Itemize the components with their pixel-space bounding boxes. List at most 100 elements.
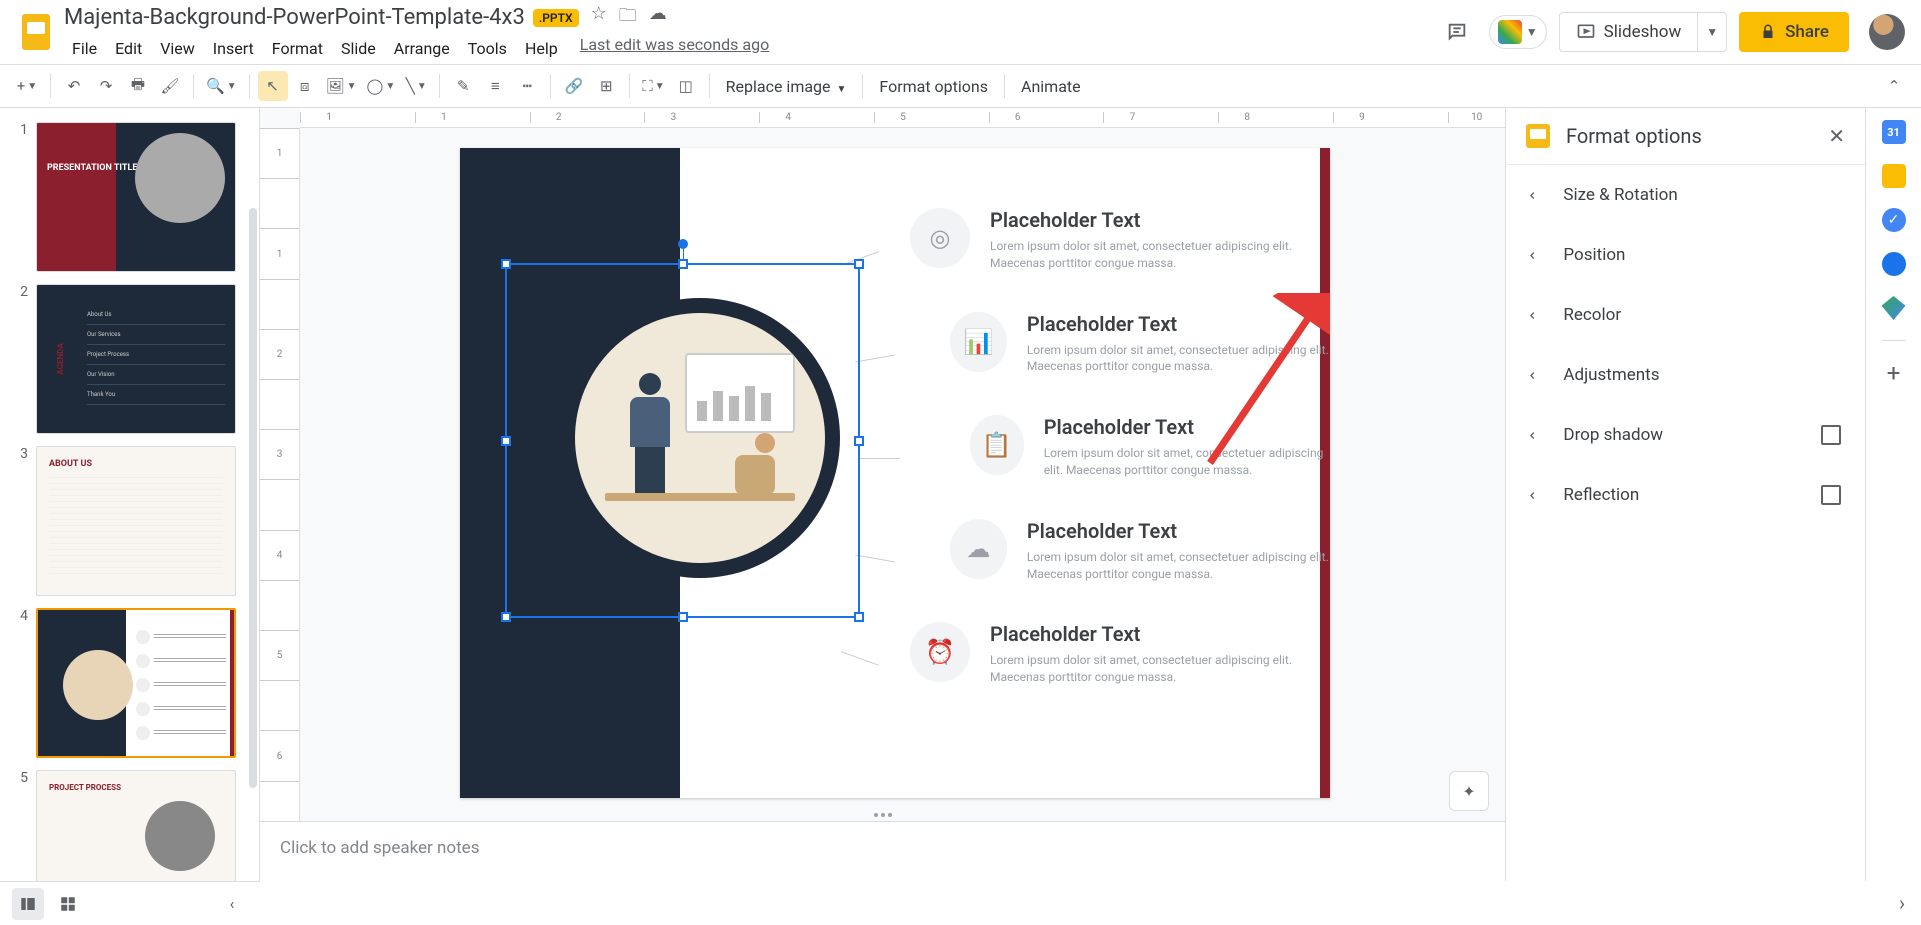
- star-icon[interactable]: ☆: [591, 3, 607, 33]
- explore-button[interactable]: ✦: [1449, 771, 1489, 811]
- comments-icon[interactable]: [1437, 12, 1477, 52]
- menu-tools[interactable]: Tools: [460, 35, 515, 62]
- new-slide-button[interactable]: + ▼: [12, 71, 42, 101]
- menu-edit[interactable]: Edit: [107, 35, 150, 62]
- checkbox[interactable]: [1821, 425, 1841, 445]
- slide-thumb-2[interactable]: AGENDA About Us Our Services Project Pro…: [36, 284, 236, 434]
- image-tool[interactable]: 🖼 ▼: [322, 71, 361, 101]
- chevron-right-icon: ⌃: [1527, 428, 1546, 441]
- toolbar: + ▼ ↶ ↷ 🖶 🖌 🔍 ▼ ↖ ⧈ 🖼 ▼ ◯ ▼ ╲ ▼ ✎ ≡ ┅ 🔗 …: [0, 64, 1921, 108]
- textbox-tool[interactable]: ⧈: [290, 71, 320, 101]
- slide-thumb-3[interactable]: ABOUT US: [36, 446, 236, 596]
- slide-number: 3: [12, 446, 28, 596]
- menu-view[interactable]: View: [152, 35, 203, 62]
- speaker-notes[interactable]: Click to add speaker notes: [260, 821, 1505, 881]
- border-dash-button[interactable]: ┅: [512, 71, 542, 101]
- slide-illustration[interactable]: [575, 313, 825, 563]
- collapse-filmstrip-icon[interactable]: ‹: [216, 888, 248, 920]
- slide-item[interactable]: 📋 Placeholder TextLorem ipsum dolor sit …: [970, 415, 1330, 479]
- paint-format-button[interactable]: 🖌: [155, 71, 185, 101]
- chevron-right-icon: ⌃: [1527, 488, 1546, 501]
- menu-file[interactable]: File: [64, 35, 105, 62]
- last-edit-link[interactable]: Last edit was seconds ago: [580, 35, 769, 62]
- item-body: Lorem ipsum dolor sit amet, consectetuer…: [1044, 445, 1330, 479]
- slide-item[interactable]: ⏰ Placeholder TextLorem ipsum dolor sit …: [910, 622, 1330, 686]
- keep-icon[interactable]: [1882, 164, 1906, 188]
- select-tool[interactable]: ↖: [258, 71, 288, 101]
- mask-button[interactable]: ◫: [671, 71, 701, 101]
- doc-title[interactable]: Majenta-Background-PowerPoint-Template-4…: [64, 5, 525, 30]
- slide-number: 4: [12, 608, 28, 758]
- notes-drag-handle[interactable]: [870, 809, 896, 821]
- menu-help[interactable]: Help: [517, 35, 566, 62]
- panel-item-recolor[interactable]: ⌃ Recolor: [1506, 285, 1865, 345]
- slide-thumb-5[interactable]: PROJECT PROCESS: [36, 770, 236, 881]
- checkbox[interactable]: [1821, 485, 1841, 505]
- scrollbar[interactable]: [249, 208, 257, 788]
- item-title: Placeholder Text: [1027, 519, 1330, 543]
- chevron-right-icon: ⌃: [1527, 188, 1546, 201]
- border-color-button[interactable]: ✎: [448, 71, 478, 101]
- hide-side-panel-icon[interactable]: ›: [1899, 891, 1905, 915]
- tasks-icon[interactable]: [1882, 208, 1906, 232]
- slide[interactable]: ◎ Placeholder Text Lorem ipsum dolor sit …: [460, 148, 1330, 798]
- meet-button[interactable]: ▼: [1489, 15, 1547, 49]
- account-avatar[interactable]: [1869, 14, 1905, 50]
- format-options-panel: Format options ✕ ⌃ Size & Rotation ⌃ Pos…: [1505, 108, 1865, 881]
- border-weight-button[interactable]: ≡: [480, 71, 510, 101]
- calendar-icon[interactable]: 31: [1882, 120, 1906, 144]
- whiteboard-icon: [685, 353, 795, 433]
- grid-view-icon[interactable]: [52, 888, 84, 920]
- filmstrip-view-icon[interactable]: [12, 888, 44, 920]
- link-button[interactable]: 🔗: [559, 71, 589, 101]
- item-body: Lorem ipsum dolor sit amet, consectetuer…: [990, 238, 1310, 272]
- animate-button[interactable]: Animate: [1013, 77, 1089, 96]
- share-button[interactable]: Share: [1739, 12, 1849, 52]
- toolbar-collapse-button[interactable]: ⌃: [1879, 71, 1909, 101]
- panel-item-adjustments[interactable]: ⌃ Adjustments: [1506, 345, 1865, 405]
- target-icon: ◎: [910, 208, 970, 268]
- item-title: Placeholder Text: [1027, 312, 1330, 336]
- slide-item[interactable]: 📊 Placeholder TextLorem ipsum dolor sit …: [950, 312, 1330, 376]
- pptx-badge: .PPTX: [533, 9, 579, 27]
- item-title: Placeholder Text: [990, 622, 1310, 646]
- close-icon[interactable]: ✕: [1828, 124, 1845, 148]
- panel-item-position[interactable]: ⌃ Position: [1506, 225, 1865, 285]
- redo-button[interactable]: ↷: [91, 71, 121, 101]
- vertical-ruler: 11234567: [260, 128, 300, 881]
- format-options-button[interactable]: Format options: [871, 77, 996, 96]
- chart-icon: 📊: [950, 312, 1007, 372]
- move-icon[interactable]: 🗀: [619, 3, 637, 33]
- comment-button[interactable]: ⊞: [591, 71, 621, 101]
- menu-slide[interactable]: Slide: [333, 35, 384, 62]
- panel-item-size-rotation[interactable]: ⌃ Size & Rotation: [1506, 165, 1865, 225]
- print-button[interactable]: 🖶: [123, 71, 153, 101]
- crop-button[interactable]: ⛶ ▼: [638, 71, 668, 101]
- slideshow-button[interactable]: Slideshow: [1560, 22, 1698, 42]
- contacts-icon[interactable]: [1882, 252, 1906, 276]
- replace-image-button[interactable]: Replace image ▼: [718, 77, 855, 96]
- cloud-status-icon[interactable]: ☁: [649, 3, 667, 33]
- cloud-icon: ☁: [950, 519, 1007, 579]
- slide-number: 5: [12, 770, 28, 881]
- shape-tool[interactable]: ◯ ▼: [363, 71, 400, 101]
- chevron-right-icon: ⌃: [1527, 368, 1546, 381]
- zoom-button[interactable]: 🔍 ▼: [202, 71, 241, 101]
- menu-arrange[interactable]: Arrange: [386, 35, 458, 62]
- slides-logo[interactable]: [16, 12, 56, 52]
- panel-item-reflection[interactable]: ⌃ Reflection: [1506, 465, 1865, 525]
- slide-item[interactable]: ☁ Placeholder TextLorem ipsum dolor sit …: [950, 519, 1330, 583]
- maps-icon[interactable]: [1882, 296, 1906, 320]
- menu-insert[interactable]: Insert: [205, 35, 262, 62]
- panel-item-drop-shadow[interactable]: ⌃ Drop shadow: [1506, 405, 1865, 465]
- slide-item[interactable]: ◎ Placeholder TextLorem ipsum dolor sit …: [910, 208, 1330, 272]
- undo-button[interactable]: ↶: [59, 71, 89, 101]
- add-icon[interactable]: +: [1882, 361, 1906, 385]
- line-tool[interactable]: ╲ ▼: [401, 71, 431, 101]
- slideshow-dropdown[interactable]: ▼: [1697, 13, 1726, 51]
- slide-thumb-1[interactable]: PRESENTATION TITLE: [36, 122, 236, 272]
- menu-format[interactable]: Format: [264, 35, 331, 62]
- canvas[interactable]: 112345678910 11234567: [260, 108, 1505, 881]
- slide-thumb-4[interactable]: [36, 608, 236, 758]
- chevron-right-icon: ⌃: [1527, 308, 1546, 321]
